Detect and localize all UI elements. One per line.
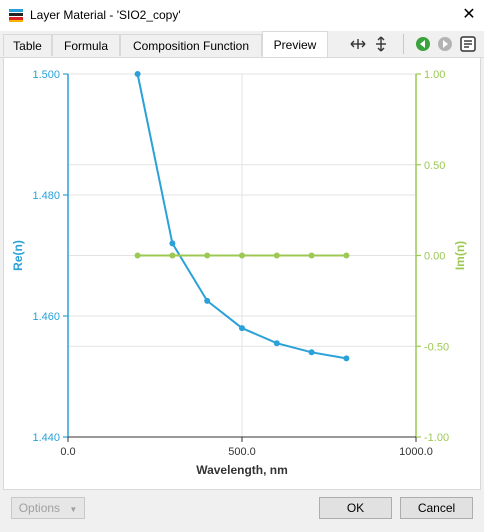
cancel-button[interactable]: Cancel — [400, 497, 473, 519]
options-label: Options — [18, 501, 61, 515]
y-left-tick-label: 1.480 — [32, 190, 60, 202]
re-data-point — [308, 349, 315, 356]
tab-table[interactable]: Table — [3, 34, 52, 56]
im-data-point — [204, 252, 211, 259]
preview-chart: 1.440 1.460 1.480 1.500 -1.00 -0.50 0.00 0.50 1.… — [11, 69, 467, 477]
im-data-point — [343, 252, 350, 259]
tab-preview[interactable]: Preview — [262, 31, 328, 58]
y-left-tick-label: 1.440 — [32, 432, 60, 444]
im-data-point — [134, 252, 141, 259]
im-data-point — [273, 252, 280, 259]
re-data-point — [273, 340, 280, 347]
ok-button[interactable]: OK — [319, 497, 392, 519]
tab-formula[interactable]: Formula — [52, 34, 120, 56]
re-data-point — [239, 325, 245, 332]
dialog-button-bar: Options ▼ OK Cancel — [0, 490, 484, 532]
re-data-point — [343, 355, 350, 362]
settings-icon[interactable] — [459, 35, 477, 53]
close-icon: ✕ — [462, 6, 476, 23]
re-data-point — [204, 297, 211, 304]
re-data-point — [169, 240, 176, 247]
layer-material-icon — [9, 9, 23, 22]
y-left-tick-label: 1.500 — [32, 69, 60, 81]
x-axis-title: Wavelength, nm — [196, 463, 288, 477]
im-data-point — [239, 252, 245, 259]
window-title: Layer Material - 'SIO2_copy' — [30, 8, 181, 22]
y-right-axis-title: Im(n) — [453, 241, 467, 270]
y-right-tick-label: -1.00 — [424, 432, 449, 444]
forward-arrow-icon[interactable] — [436, 35, 454, 53]
toolbar-separator — [403, 34, 404, 54]
preview-panel: 1.440 1.460 1.480 1.500 -1.00 -0.50 0.00 0.50 1.… — [3, 57, 481, 490]
y-right-tick-label: 0.00 — [424, 251, 445, 263]
fit-horizontal-icon[interactable] — [349, 35, 367, 53]
title-bar: Layer Material - 'SIO2_copy' ✕ — [0, 0, 484, 31]
options-button[interactable]: Options ▼ — [11, 497, 85, 519]
y-left-tick-label: 1.460 — [32, 311, 60, 323]
tab-bar: Table Formula Composition Function Previ… — [0, 31, 484, 58]
im-data-point — [169, 252, 176, 259]
y-right-tick-label: 1.00 — [424, 69, 445, 81]
tab-composition-function[interactable]: Composition Function — [120, 34, 262, 56]
y-left-axis-title: Re(n) — [11, 240, 25, 271]
chevron-down-icon: ▼ — [69, 505, 78, 514]
close-button[interactable]: ✕ — [454, 0, 484, 31]
x-tick-label: 500.0 — [228, 446, 256, 458]
fit-vertical-icon[interactable] — [372, 35, 390, 53]
x-tick-label: 0.0 — [60, 446, 75, 458]
back-arrow-icon[interactable] — [414, 35, 432, 53]
y-right-tick-label: -0.50 — [424, 341, 449, 353]
y-right-tick-label: 0.50 — [424, 160, 445, 172]
x-tick-label: 1000.0 — [399, 446, 433, 458]
re-data-point — [134, 71, 141, 77]
im-data-point — [308, 252, 315, 259]
